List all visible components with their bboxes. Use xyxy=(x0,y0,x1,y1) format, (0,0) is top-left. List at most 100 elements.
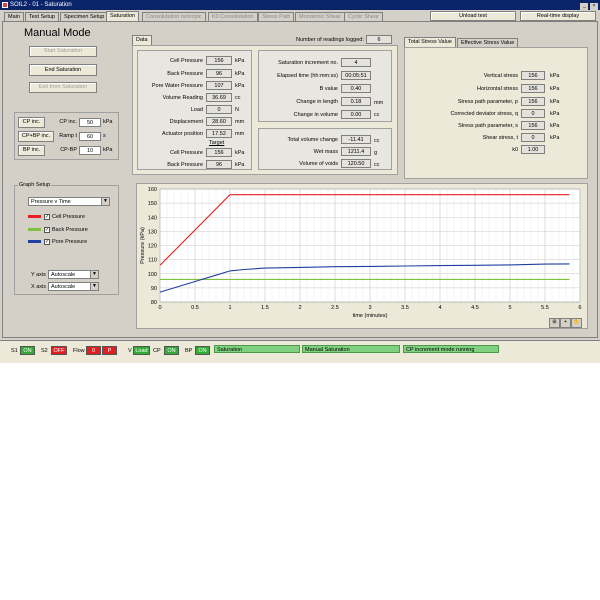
reading-unit: mm xyxy=(235,119,245,125)
wet-mass-value: 1211.4 xyxy=(341,147,371,156)
cp-bp-unit: kPa xyxy=(103,147,113,153)
real-time-display-button[interactable]: Real-time display xyxy=(520,11,596,21)
back-pressure-checkbox[interactable]: ✓ xyxy=(44,227,50,233)
status-message-mode: Manual Saturation xyxy=(302,345,400,353)
stress-value: 156 xyxy=(521,84,545,93)
tab-total-stress[interactable]: Total Stress Value xyxy=(404,37,456,47)
tab-data[interactable]: Data xyxy=(132,35,152,45)
main-window: SOIL2 - 01 - Saturation _ × Main Test Se… xyxy=(0,0,600,363)
stress-unit: kPa xyxy=(550,135,560,141)
s1-indicator: ON xyxy=(20,346,35,355)
ramp-input[interactable]: 60 xyxy=(79,132,101,141)
y-axis-value: Autoscale xyxy=(51,272,76,278)
cell-pressure-checkbox[interactable]: ✓ xyxy=(44,214,50,220)
target-cell-pressure-unit: kPa xyxy=(235,150,245,156)
reading-value: 28.60 xyxy=(206,117,232,126)
stress-unit: kPa xyxy=(550,99,560,105)
reading-value: 107 xyxy=(206,81,232,90)
tab-main[interactable]: Main xyxy=(4,12,24,21)
tab-cyclic-shear[interactable]: Cyclic Shear xyxy=(344,12,383,21)
y-tick-label: 90 xyxy=(151,286,157,292)
bp-inc-button[interactable]: BP inc. xyxy=(18,145,45,156)
cp-inc-button[interactable]: CP inc. xyxy=(18,117,45,128)
zoom-tool-icon[interactable]: ⊞ xyxy=(549,318,560,328)
flow-p-indicator: P xyxy=(102,346,117,355)
total-volume-change-unit: cc xyxy=(374,138,380,144)
stress-label: Vertical stress xyxy=(483,73,518,79)
volume-of-voids-label: Volume of voids xyxy=(299,161,338,167)
b-value-value: 0.40 xyxy=(341,84,371,93)
tab-monotonic-shear[interactable]: Monotonic Shear xyxy=(295,12,345,21)
reading-label: Actuator position xyxy=(162,131,203,137)
v-label: V xyxy=(128,348,132,354)
minimize-icon[interactable]: _ xyxy=(580,3,589,10)
graph-select[interactable]: Pressure v Time ▼ xyxy=(28,197,110,206)
tab-k0-consolidation[interactable]: K0 Consolidation xyxy=(208,12,258,21)
reading-value: 17.52 xyxy=(206,129,232,138)
back-pressure-swatch xyxy=(28,228,41,231)
back-pressure-legend-label: Back Pressure xyxy=(52,227,88,233)
reading-value: 0 xyxy=(206,105,232,114)
wet-mass-unit: g xyxy=(374,150,378,156)
stress-value: 156 xyxy=(521,71,545,80)
tab-test-setup[interactable]: Test Setup xyxy=(25,12,59,21)
tab-effective-stress[interactable]: Effective Stress Value xyxy=(457,38,519,47)
exit-saturation-button[interactable]: Exit from Saturation xyxy=(29,82,97,93)
cp-inc-input[interactable]: 50 xyxy=(79,118,101,127)
start-saturation-button[interactable]: Start Saturation xyxy=(29,46,97,57)
cp-bp-label: CP-BP xyxy=(60,147,77,153)
volume-of-voids-unit: cc xyxy=(374,162,380,168)
stress-unit: kPa xyxy=(550,73,560,79)
reading-unit: cc xyxy=(235,95,241,101)
reading-unit: mm xyxy=(235,131,245,137)
s1-label: S1 xyxy=(11,348,18,354)
stress-label: Horizontal stress xyxy=(477,86,518,92)
x-tick-label: 2.5 xyxy=(331,305,339,311)
reading-value: 36.69 xyxy=(206,93,232,102)
stress-value: 156 xyxy=(521,121,545,130)
elapsed-time-value: 00:05:51 xyxy=(341,71,371,80)
x-tick-label: 3.5 xyxy=(401,305,409,311)
cp-bp-inc-button[interactable]: CP+BP inc. xyxy=(18,131,54,142)
pore-pressure-checkbox[interactable]: ✓ xyxy=(44,239,50,245)
s2-label: S2 xyxy=(41,348,48,354)
y-tick-label: 130 xyxy=(148,229,157,235)
tab-consolidation-isotropic[interactable]: Consolidation Isotropic xyxy=(142,12,206,21)
stress-label: Corrected deviator stress, q xyxy=(450,111,518,117)
target-back-pressure-value: 96 xyxy=(206,160,232,169)
y-axis-select[interactable]: Autoscale ▼ xyxy=(48,270,99,279)
target-back-pressure-label: Back Pressure xyxy=(167,162,203,168)
flow-zero-indicator: 0 xyxy=(86,346,101,355)
app-icon xyxy=(2,2,8,8)
tab-saturation[interactable]: Saturation xyxy=(106,11,140,21)
y-tick-label: 150 xyxy=(148,201,157,207)
volume-of-voids-value: 120.50 xyxy=(341,159,371,168)
change-in-length-label: Change in length xyxy=(296,99,338,105)
b-value-label: B value xyxy=(319,86,338,92)
v-indicator: Load xyxy=(133,346,150,355)
tab-stress-path[interactable]: Stress Path xyxy=(258,12,295,21)
readings-logged-label: Number of readings logged: xyxy=(296,37,364,43)
window-controls: _ × xyxy=(580,1,598,10)
cp-bp-input[interactable]: 10 xyxy=(79,146,101,155)
unload-test-button[interactable]: Unload test xyxy=(430,11,516,21)
bp-indicator: ON xyxy=(195,346,210,355)
chevron-down-icon: ▼ xyxy=(101,198,109,205)
y-tick-label: 120 xyxy=(148,244,157,250)
flow-label: Flow xyxy=(73,348,85,354)
pore-pressure-legend-label: Pore Pressure xyxy=(52,239,88,245)
mode-title: Manual Mode xyxy=(24,27,91,39)
reading-label: Load xyxy=(190,107,203,113)
x-axis-select[interactable]: Autoscale ▼ xyxy=(48,282,99,291)
chevron-down-icon: ▼ xyxy=(90,271,98,278)
tab-specimen-setup[interactable]: Specimen Setup xyxy=(60,12,109,21)
zoom-in-icon[interactable]: + xyxy=(560,318,571,328)
x-axis-title: time (minutes) xyxy=(353,313,388,319)
reading-label: Back Pressure xyxy=(167,71,203,77)
end-saturation-button[interactable]: End Saturation xyxy=(29,64,97,76)
bp-status-label: BP xyxy=(185,348,193,354)
change-in-volume-label: Change in volume xyxy=(293,112,338,118)
pan-hand-icon[interactable]: ✋ xyxy=(571,318,582,328)
stress-label: Stress path parameter, p xyxy=(457,99,518,105)
close-icon[interactable]: × xyxy=(590,3,598,10)
